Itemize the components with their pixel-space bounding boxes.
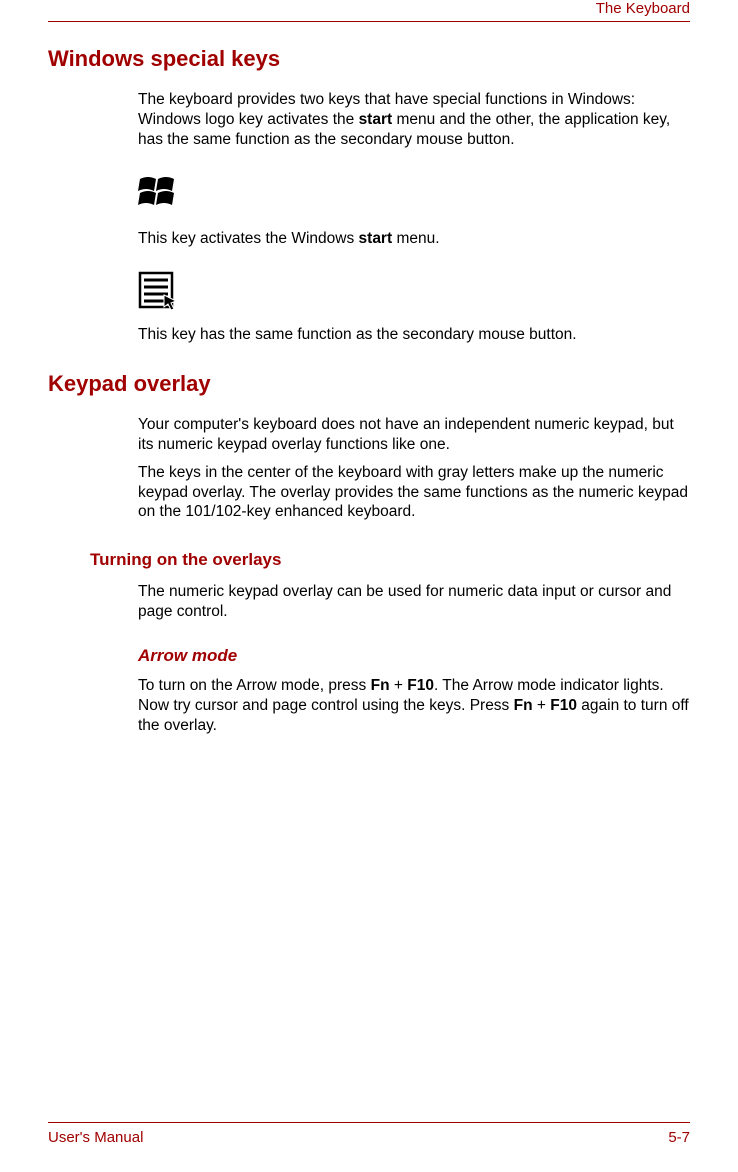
page-footer: User's Manual 5-7 [48, 1122, 690, 1172]
key-f10: F10 [550, 697, 577, 714]
text-fragment: + [533, 697, 551, 714]
footer-left: User's Manual [48, 1129, 143, 1146]
windows-key-description: This key activates the Windows start men… [138, 229, 690, 249]
text-fragment: + [390, 677, 408, 694]
windows-keys-intro: The keyboard provides two keys that have… [138, 90, 690, 149]
keypad-overlay-p2: The keys in the center of the keyboard w… [138, 463, 690, 522]
arrow-mode-description: To turn on the Arrow mode, press Fn + F1… [138, 676, 690, 735]
key-f10: F10 [407, 677, 434, 694]
header-section-title: The Keyboard [48, 0, 690, 22]
heading-turning-on-overlays: Turning on the overlays [90, 550, 690, 570]
key-fn: Fn [371, 677, 390, 694]
footer-page-number: 5-7 [668, 1129, 690, 1146]
heading-arrow-mode: Arrow mode [138, 646, 690, 666]
key-fn: Fn [514, 697, 533, 714]
heading-keypad-overlay: Keypad overlay [48, 371, 690, 397]
application-key-description: This key has the same function as the se… [138, 325, 690, 345]
windows-logo-icon [138, 171, 690, 215]
keypad-overlay-p1: Your computer's keyboard does not have a… [138, 415, 690, 455]
application-menu-icon [138, 271, 690, 311]
overlays-p1: The numeric keypad overlay can be used f… [138, 582, 690, 622]
text-fragment: To turn on the Arrow mode, press [138, 677, 371, 694]
text-fragment: menu. [392, 230, 439, 247]
heading-windows-special-keys: Windows special keys [48, 46, 690, 72]
text-bold-start: start [359, 230, 393, 247]
text-bold-start: start [359, 111, 393, 128]
text-fragment: This key activates the Windows [138, 230, 359, 247]
